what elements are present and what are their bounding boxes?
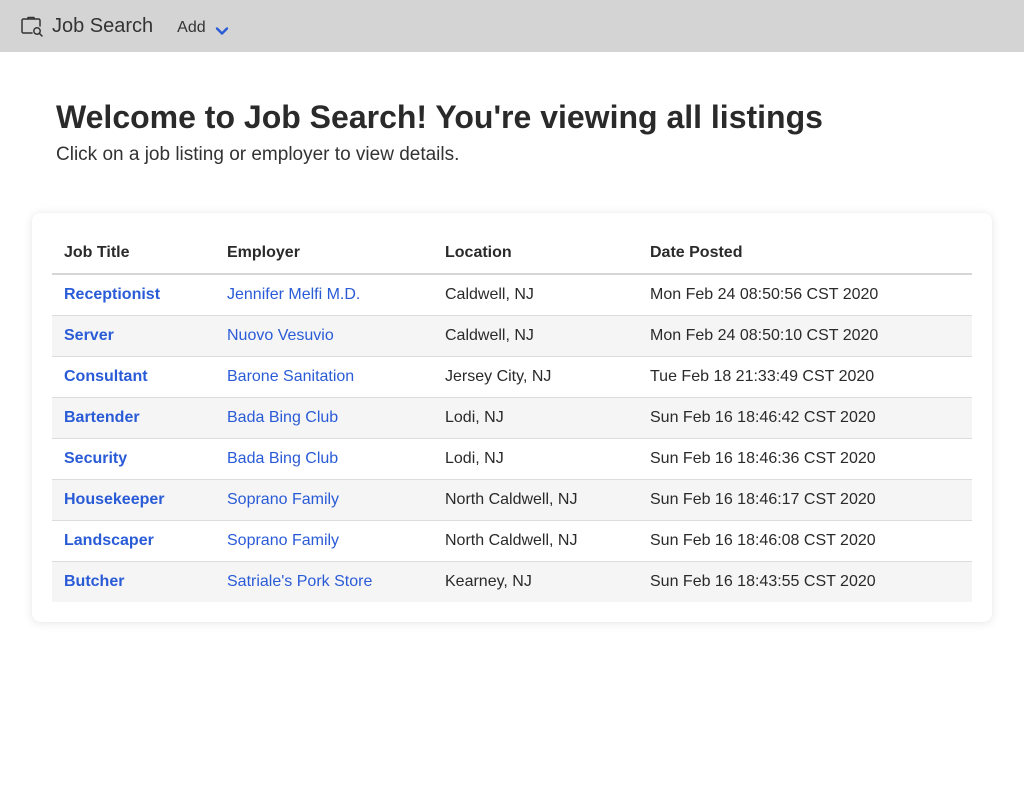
add-dropdown[interactable]: Add bbox=[177, 16, 228, 37]
employer-link[interactable]: Nuovo Vesuvio bbox=[227, 327, 334, 344]
location-cell: Caldwell, NJ bbox=[445, 326, 534, 344]
employer-link[interactable]: Barone Sanitation bbox=[227, 368, 354, 385]
table-row: Receptionist Jennifer Melfi M.D. Caldwel… bbox=[52, 274, 972, 315]
listings-table: Job Title Employer Location Date Posted … bbox=[52, 233, 972, 602]
job-title-link[interactable]: Bartender bbox=[64, 409, 140, 426]
date-posted-cell: Mon Feb 24 08:50:56 CST 2020 bbox=[650, 285, 879, 303]
date-posted-cell: Tue Feb 18 21:33:49 CST 2020 bbox=[650, 367, 875, 385]
table-row: Server Nuovo Vesuvio Caldwell, NJ Mon Fe… bbox=[52, 315, 972, 356]
table-row: Butcher Satriale's Pork Store Kearney, N… bbox=[52, 561, 972, 602]
date-posted-cell: Sun Feb 16 18:46:36 CST 2020 bbox=[650, 449, 876, 467]
table-row: Security Bada Bing Club Lodi, NJ Sun Feb… bbox=[52, 438, 972, 479]
top-navbar: Job Search Add bbox=[0, 0, 1024, 52]
table-row: Landscaper Soprano Family North Caldwell… bbox=[52, 520, 972, 561]
job-title-link[interactable]: Butcher bbox=[64, 573, 124, 590]
job-title-link[interactable]: Housekeeper bbox=[64, 491, 165, 508]
job-title-link[interactable]: Consultant bbox=[64, 368, 148, 385]
briefcase-search-icon bbox=[20, 14, 44, 38]
column-header-job-title: Job Title bbox=[52, 233, 215, 275]
location-cell: Lodi, NJ bbox=[445, 408, 504, 426]
table-row: Bartender Bada Bing Club Lodi, NJ Sun Fe… bbox=[52, 397, 972, 438]
employer-link[interactable]: Bada Bing Club bbox=[227, 409, 338, 426]
location-cell: Kearney, NJ bbox=[445, 572, 532, 590]
job-title-link[interactable]: Landscaper bbox=[64, 532, 154, 549]
job-title-link[interactable]: Receptionist bbox=[64, 286, 160, 303]
table-header-row: Job Title Employer Location Date Posted bbox=[52, 233, 972, 275]
location-cell: North Caldwell, NJ bbox=[445, 490, 578, 508]
page-subtitle: Click on a job listing or employer to vi… bbox=[56, 144, 460, 165]
brand-link[interactable]: Job Search bbox=[20, 14, 153, 38]
column-header-location: Location bbox=[433, 233, 638, 275]
brand-title: Job Search bbox=[52, 14, 154, 37]
date-posted-cell: Sun Feb 16 18:46:17 CST 2020 bbox=[650, 490, 876, 508]
job-title-link[interactable]: Server bbox=[64, 327, 114, 344]
date-posted-cell: Sun Feb 16 18:46:42 CST 2020 bbox=[650, 408, 876, 426]
job-title-link[interactable]: Security bbox=[64, 450, 127, 467]
column-header-employer: Employer bbox=[215, 233, 433, 275]
location-cell: North Caldwell, NJ bbox=[445, 531, 578, 549]
location-cell: Jersey City, NJ bbox=[445, 367, 552, 385]
employer-link[interactable]: Satriale's Pork Store bbox=[227, 573, 372, 590]
employer-link[interactable]: Bada Bing Club bbox=[227, 450, 338, 467]
location-cell: Caldwell, NJ bbox=[445, 285, 534, 303]
location-cell: Lodi, NJ bbox=[445, 449, 504, 467]
employer-link[interactable]: Jennifer Melfi M.D. bbox=[227, 286, 360, 303]
listings-card: Job Title Employer Location Date Posted … bbox=[32, 213, 992, 622]
date-posted-cell: Mon Feb 24 08:50:10 CST 2020 bbox=[650, 326, 879, 344]
employer-link[interactable]: Soprano Family bbox=[227, 491, 339, 508]
add-label: Add bbox=[177, 18, 206, 36]
column-header-date-posted: Date Posted bbox=[638, 233, 972, 275]
date-posted-cell: Sun Feb 16 18:43:55 CST 2020 bbox=[650, 572, 876, 590]
date-posted-cell: Sun Feb 16 18:46:08 CST 2020 bbox=[650, 531, 876, 549]
chevron-down-icon bbox=[215, 23, 229, 35]
employer-link[interactable]: Soprano Family bbox=[227, 532, 339, 549]
page-title: Welcome to Job Search! You're viewing al… bbox=[56, 99, 823, 135]
table-row: Consultant Barone Sanitation Jersey City… bbox=[52, 356, 972, 397]
table-row: Housekeeper Soprano Family North Caldwel… bbox=[52, 479, 972, 520]
